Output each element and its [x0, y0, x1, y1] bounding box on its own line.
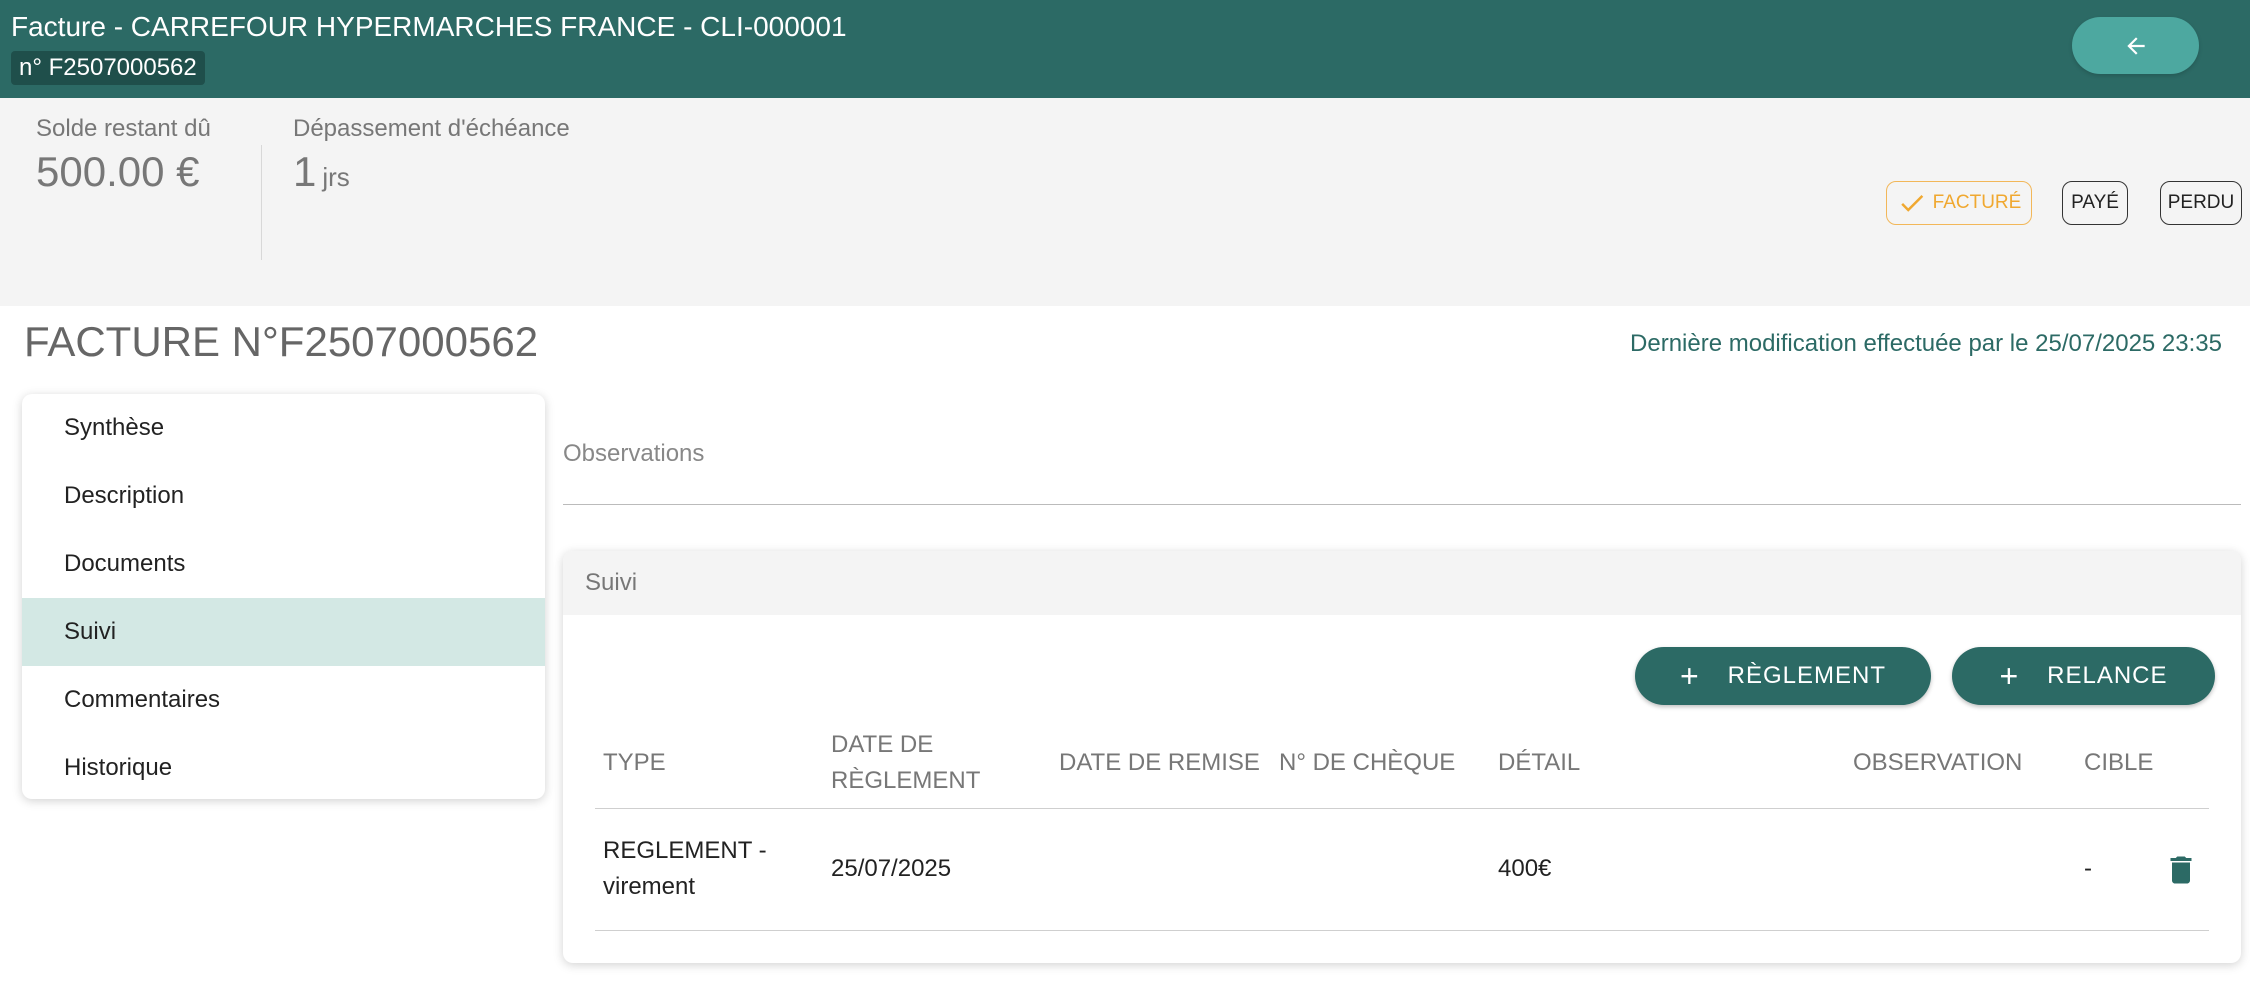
cell-type-line2: virement: [603, 873, 696, 900]
add-reglement-label: RÈGLEMENT: [1727, 662, 1887, 689]
check-icon: [1900, 194, 1923, 212]
app-header: Facture - CARREFOUR HYPERMARCHES FRANCE …: [0, 0, 2250, 98]
col-header-date-reglement-line2: RÈGLEMENT: [831, 767, 981, 794]
status-perdu-button[interactable]: PERDU: [2160, 181, 2242, 225]
plus-icon: +: [1679, 658, 1700, 694]
menu-item-documents[interactable]: Documents: [22, 530, 545, 598]
cell-date-reglement: 25/07/2025: [831, 855, 952, 882]
cell-detail: 400€: [1498, 855, 1552, 882]
page-title: Facture - CARREFOUR HYPERMARCHES FRANCE …: [11, 11, 847, 42]
col-header-date-remise: DATE DE REMISE: [1059, 749, 1260, 776]
status-paye-label: PAYÉ: [2071, 192, 2119, 213]
menu-item-suivi[interactable]: Suivi: [22, 598, 545, 666]
invoice-number-badge: n° F2507000562: [11, 51, 205, 85]
col-header-cheque: N° DE CHÈQUE: [1279, 749, 1456, 776]
status-paye-button[interactable]: PAYÉ: [2062, 181, 2128, 225]
document-title: FACTURE N°F2507000562: [24, 318, 539, 365]
menu-item-synthese[interactable]: Synthèse: [22, 394, 545, 462]
back-button[interactable]: [2072, 17, 2199, 74]
status-facture-button[interactable]: FACTURÉ: [1886, 181, 2032, 225]
observations-field-label[interactable]: Observations: [563, 440, 704, 468]
status-perdu-label: PERDU: [2167, 192, 2235, 213]
trash-icon: [2170, 856, 2192, 884]
menu-item-description[interactable]: Description: [22, 462, 545, 530]
status-facture-label: FACTURÉ: [1932, 192, 2022, 213]
side-menu: Synthèse Description Documents Suivi Com…: [22, 394, 545, 799]
col-header-detail: DÉTAIL: [1498, 749, 1581, 776]
last-modified-text: Dernière modification effectuée par le 2…: [1630, 330, 2222, 357]
kpi-divider: [261, 145, 262, 260]
balance-label: Solde restant dû: [36, 115, 211, 142]
add-relance-label: RELANCE: [2047, 662, 2168, 689]
add-reglement-button[interactable]: + RÈGLEMENT: [1635, 647, 1931, 705]
col-header-type: TYPE: [603, 749, 666, 776]
cell-cible: -: [2084, 855, 2092, 882]
observations-field-underline[interactable]: [563, 504, 2241, 505]
col-header-cible: CIBLE: [2084, 749, 2154, 776]
overdue-unit: jrs: [322, 162, 350, 192]
add-relance-button[interactable]: + RELANCE: [1952, 647, 2215, 705]
col-header-observation: OBSERVATION: [1853, 749, 2023, 776]
overdue-value-wrap: 1 jrs: [293, 148, 350, 196]
overdue-label: Dépassement d'échéance: [293, 115, 570, 142]
menu-item-historique[interactable]: Historique: [22, 734, 545, 799]
table-row-divider: [595, 930, 2209, 931]
menu-item-commentaires[interactable]: Commentaires: [22, 666, 545, 734]
delete-row-button[interactable]: [2163, 852, 2199, 893]
suivi-card: Suivi + RÈGLEMENT + RELANCE TYPE DATE DE…: [563, 551, 2241, 963]
table-header-divider: [595, 808, 2209, 809]
suivi-card-header: Suivi: [563, 551, 2241, 615]
col-header-date-reglement-line1: DATE DE: [831, 731, 934, 758]
suivi-card-title: Suivi: [585, 569, 638, 596]
plus-icon: +: [1999, 658, 2020, 694]
cell-type-line1: REGLEMENT -: [603, 837, 767, 864]
overdue-value: 1: [293, 148, 317, 195]
arrow-left-icon: [2126, 36, 2145, 55]
balance-value: 500.00 €: [36, 148, 200, 195]
